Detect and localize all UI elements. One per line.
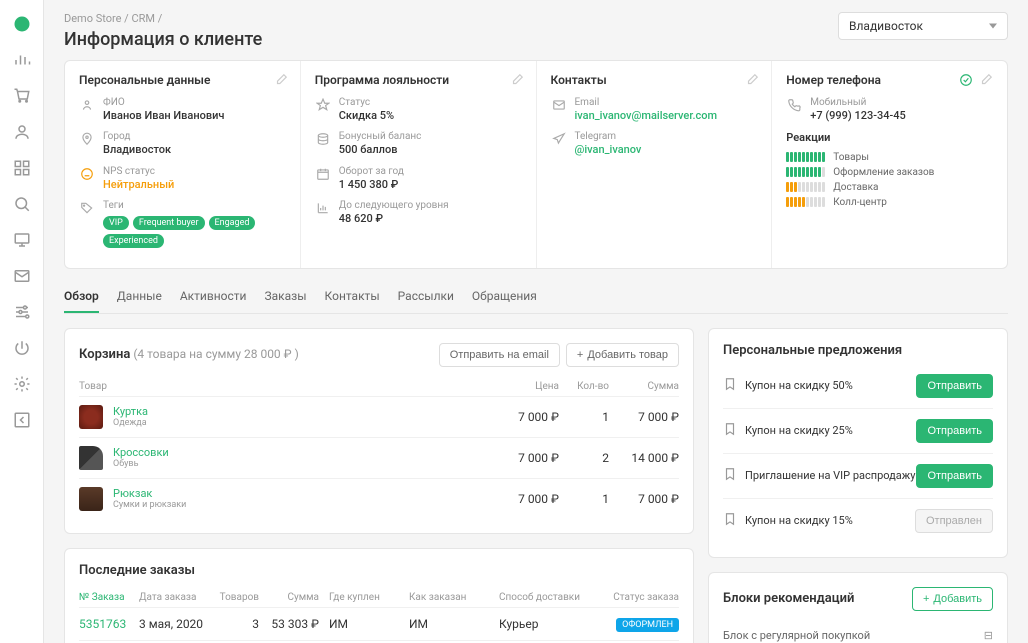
page-title: Информация о клиенте — [64, 29, 262, 50]
bookmark-icon — [723, 512, 737, 529]
check-icon — [959, 73, 973, 90]
collapse-icon[interactable] — [6, 404, 38, 436]
smile-icon — [79, 166, 95, 182]
send-offer-button[interactable]: Отправить — [916, 374, 993, 398]
phone-icon — [786, 97, 802, 113]
cart-item: КроссовкиОбувь 7 000 ₽ 2 14 000 ₽ — [79, 437, 679, 478]
mail-icon — [551, 97, 567, 113]
tab-Активности[interactable]: Активности — [180, 281, 247, 313]
tab-Обзор[interactable]: Обзор — [64, 281, 99, 313]
sidebar — [0, 0, 44, 643]
city-selector[interactable]: Владивосток — [838, 12, 1008, 40]
location-icon — [79, 131, 95, 147]
monitor-icon[interactable] — [6, 224, 38, 256]
send-offer-button[interactable]: Отправить — [916, 464, 993, 488]
add-reco-button[interactable]: +Добавить — [912, 587, 993, 611]
bookmark-icon — [723, 377, 737, 394]
card-phone: Номер телефона Мобильный+7 (999) 123-34-… — [772, 61, 1007, 268]
offer-row: Купон на скидку 25% Отправить — [723, 409, 993, 454]
minus-icon[interactable]: ⊟ — [984, 629, 993, 642]
tab-Рассылки[interactable]: Рассылки — [398, 281, 454, 313]
edit-icon[interactable] — [510, 73, 524, 90]
card-personal: Персональные данные ФИОИванов Иван Ивано… — [65, 61, 301, 268]
tags-container: VIP Frequent buyer Engaged Experienced — [103, 216, 286, 248]
send-email-button[interactable]: Отправить на email — [439, 343, 560, 367]
offer-row: Купон на скидку 15% Отправлен — [723, 499, 993, 543]
settings2-icon[interactable] — [6, 296, 38, 328]
offer-row: Купон на скидку 50% Отправить — [723, 364, 993, 409]
bookmark-icon — [723, 467, 737, 484]
telegram-icon — [551, 131, 567, 147]
tag[interactable]: VIP — [103, 216, 129, 230]
tabs: Обзор Данные Активности Заказы Контакты Рассы… — [64, 281, 1008, 314]
offer-row: Приглашение на VIP распродажу Отправить — [723, 454, 993, 499]
reaction-row: Колл-центр — [786, 197, 993, 208]
logo-icon[interactable] — [6, 8, 38, 40]
send-offer-button[interactable]: Отправить — [916, 419, 993, 443]
tag[interactable]: Engaged — [209, 216, 256, 230]
edit-icon[interactable] — [979, 73, 993, 90]
card-loyalty: Программа лояльности СтатусСкидка 5% Бон… — [301, 61, 537, 268]
tab-Обращения[interactable]: Обращения — [472, 281, 537, 313]
cart-icon[interactable] — [6, 80, 38, 112]
offers-panel: Персональные предложения Купон на скидку… — [708, 328, 1008, 558]
tab-Заказы[interactable]: Заказы — [264, 281, 306, 313]
add-item-button[interactable]: +Добавить товар — [566, 343, 679, 367]
reactions-container: Товары Оформление заказов Доставка Колл-цен… — [786, 152, 993, 208]
reaction-row: Доставка — [786, 182, 993, 193]
cart-panel: Корзина (4 товара на сумму 28 000 ₽ ) От… — [64, 328, 694, 534]
tab-Контакты[interactable]: Контакты — [325, 281, 380, 313]
calendar-icon — [315, 166, 331, 182]
person-icon — [79, 97, 95, 113]
search-icon[interactable] — [6, 188, 38, 220]
grid-icon[interactable] — [6, 152, 38, 184]
bookmark-icon — [723, 422, 737, 439]
mail-icon[interactable] — [6, 260, 38, 292]
reaction-row: Товары — [786, 152, 993, 163]
product-image — [79, 446, 103, 470]
offers-list: Купон на скидку 50% ОтправитьКупон на ск… — [723, 364, 993, 543]
edit-icon[interactable] — [274, 73, 288, 90]
card-contacts: Контакты Emailivan_ivanov@mailserver.com… — [537, 61, 773, 268]
star-icon — [315, 97, 331, 113]
orders-panel: Последние заказы № Заказа Дата заказа То… — [64, 548, 694, 643]
gear-icon[interactable] — [6, 368, 38, 400]
tag[interactable]: Experienced — [103, 234, 164, 248]
tab-Данные[interactable]: Данные — [117, 281, 162, 313]
send-offer-button: Отправлен — [915, 509, 993, 533]
coins-icon — [315, 131, 331, 147]
reaction-row: Оформление заказов — [786, 167, 993, 178]
product-image — [79, 487, 103, 511]
tag[interactable]: Frequent buyer — [133, 216, 205, 230]
order-row: 5351763 3 мая, 2020 3 53 303 ₽ ИМ ИМ Кур… — [79, 607, 679, 640]
orders-rows: 5351763 3 мая, 2020 3 53 303 ₽ ИМ ИМ Кур… — [79, 607, 679, 643]
cart-items: КурткаОдежда 7 000 ₽ 1 7 000 ₽ Кроссовки… — [79, 396, 679, 519]
status-badge: ОФОРМЛЕН — [616, 618, 679, 632]
reco-panel: Блоки рекомендаций +Добавить Блок с регу… — [708, 572, 1008, 643]
breadcrumb[interactable]: Demo Store / CRM / — [64, 12, 262, 25]
bars-icon[interactable] — [6, 44, 38, 76]
chart-icon — [315, 200, 331, 216]
product-image — [79, 405, 103, 429]
power-icon[interactable] — [6, 332, 38, 364]
user-icon[interactable] — [6, 116, 38, 148]
tag-icon — [79, 200, 95, 216]
edit-icon[interactable] — [745, 73, 759, 90]
cart-item: КурткаОдежда 7 000 ₽ 1 7 000 ₽ — [79, 396, 679, 437]
cart-item: РюкзакСумки и рюкзаки 7 000 ₽ 1 7 000 ₽ — [79, 478, 679, 519]
